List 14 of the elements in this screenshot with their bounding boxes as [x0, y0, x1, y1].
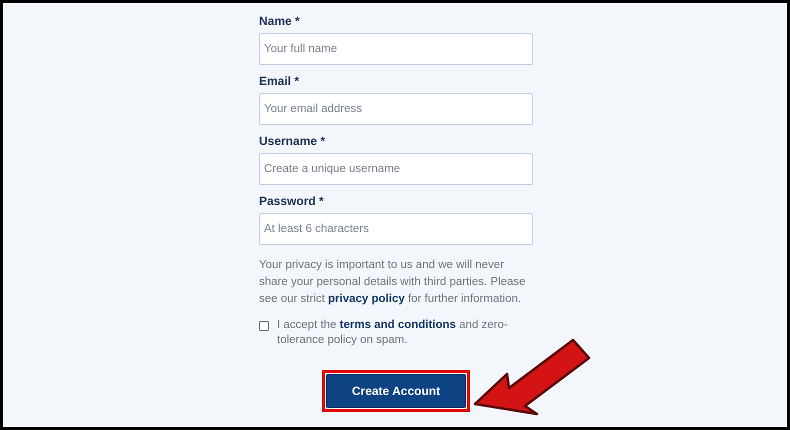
field-label: Username * — [259, 133, 326, 149]
privacy-policy-link[interactable]: privacy policy — [328, 293, 405, 305]
checkbox[interactable] — [259, 321, 269, 331]
create-account-button[interactable]: Create Account — [326, 374, 466, 408]
input-field[interactable]: Your full name — [259, 33, 533, 65]
privacy-notice: Your privacy is important to us and we will never share your personal details with third parties. Please see our strict privacy policy for further information. — [259, 258, 527, 307]
input-field[interactable]: Your email address — [259, 93, 533, 125]
field-label: Email * — [259, 73, 300, 89]
consent-text: I accept the terms and conditions and zero-tolerance policy on spam. — [277, 318, 509, 348]
field-label: Password * — [259, 193, 324, 209]
input-field[interactable]: Create a unique username — [259, 153, 533, 185]
input-field[interactable]: At least 6 characters — [259, 213, 533, 245]
field-label: Name * — [259, 13, 300, 29]
terms-link[interactable]: terms and conditions — [340, 319, 456, 331]
